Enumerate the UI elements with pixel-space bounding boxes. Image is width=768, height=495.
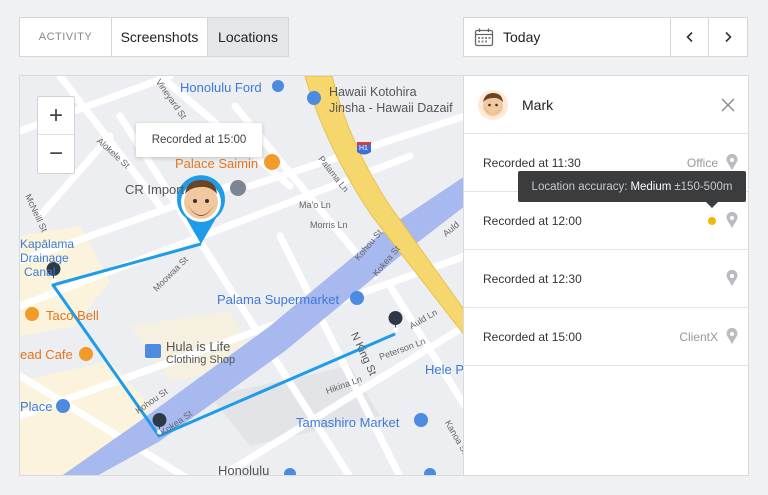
map-label-honolulu-ford: Honolulu Ford <box>180 80 262 95</box>
map-label-canal: Canal <box>24 265 56 279</box>
map-label-drainage: Drainage <box>20 251 69 265</box>
chevron-right-icon <box>725 31 732 43</box>
map-label-kapalama: Kapālama <box>20 237 75 251</box>
map-label-kotohira-2: Jinsha - Hawaii Dazaif <box>329 101 453 115</box>
tab-activity[interactable]: ACTIVITY <box>20 18 112 56</box>
map-label-cr-import: CR Import <box>125 182 185 197</box>
tab-locations[interactable]: Locations <box>208 18 288 56</box>
location-entry[interactable]: Recorded at 15:00 ClientX <box>464 308 748 366</box>
zoom-in-button[interactable]: + <box>38 97 74 135</box>
map-label-taco-bell: Taco Bell <box>46 308 99 323</box>
location-pin-icon <box>726 270 738 286</box>
location-pin-icon <box>726 154 738 170</box>
entry-place: ClientX <box>679 330 718 344</box>
location-pin-icon <box>726 328 738 344</box>
location-map[interactable]: Honolulu Ford Hawaii Kotohira Jinsha - H… <box>19 75 464 476</box>
close-icon <box>721 98 735 112</box>
prev-day-button[interactable] <box>671 18 709 56</box>
tooltip-level: Medium <box>630 180 672 193</box>
map-label-hula-is-life: Hula is Life <box>166 339 231 354</box>
map-label-place: Place <box>20 399 53 414</box>
map-label-palace-saimin: Palace Saimin <box>175 156 259 171</box>
map-callout: Recorded at 15:00 <box>136 123 262 157</box>
avatar <box>478 89 508 120</box>
street-label: Morris Ln <box>310 220 348 230</box>
date-label: Today <box>503 29 541 45</box>
user-name: Mark <box>522 96 554 113</box>
locations-panel: Mark Recorded at 11:30 Office Recorded a… <box>463 75 749 476</box>
date-picker[interactable]: Today <box>464 18 671 56</box>
next-day-button[interactable] <box>709 18 747 56</box>
tooltip-range: ±150-500m <box>674 180 733 193</box>
tooltip-arrow <box>706 202 718 208</box>
view-tabs: ACTIVITY Screenshots Locations <box>19 17 289 57</box>
entry-time: Recorded at 12:00 <box>483 214 582 228</box>
street-label: Ma'o Ln <box>299 200 331 210</box>
map-label-honolulu: Honolulu <box>218 463 270 476</box>
date-navigator: Today <box>463 17 748 57</box>
chevron-left-icon <box>685 31 693 43</box>
calendar-icon <box>474 28 494 47</box>
zoom-out-button[interactable]: − <box>38 135 74 173</box>
entry-time: Recorded at 11:30 <box>483 156 581 170</box>
entry-time: Recorded at 15:00 <box>483 330 582 344</box>
entry-time: Recorded at 12:30 <box>483 272 582 286</box>
accuracy-indicator[interactable] <box>708 217 716 225</box>
map-label-kotohira: Hawaii Kotohira <box>329 85 417 99</box>
panel-header: Mark <box>464 76 748 134</box>
map-label-clothing-shop: Clothing Shop <box>166 354 236 366</box>
tooltip-prefix: Location accuracy: <box>531 180 628 193</box>
location-entry[interactable]: Recorded at 12:30 <box>464 250 748 308</box>
map-label-hele: Hele P <box>425 362 464 377</box>
map-label-h1: H1 <box>359 145 368 152</box>
map-label-tamashiro: Tamashiro Market <box>296 415 400 430</box>
entry-place: Office <box>686 156 718 170</box>
tab-screenshots[interactable]: Screenshots <box>112 18 208 56</box>
map-label-lead-cafe: ead Cafe <box>20 347 73 362</box>
location-pin-icon <box>726 212 738 228</box>
zoom-control: + − <box>37 96 75 174</box>
accuracy-tooltip: Location accuracy: Medium ±150-500m <box>518 171 746 208</box>
map-label-palama-supermarket: Palama Supermarket <box>217 292 340 307</box>
close-panel-button[interactable] <box>716 93 740 117</box>
